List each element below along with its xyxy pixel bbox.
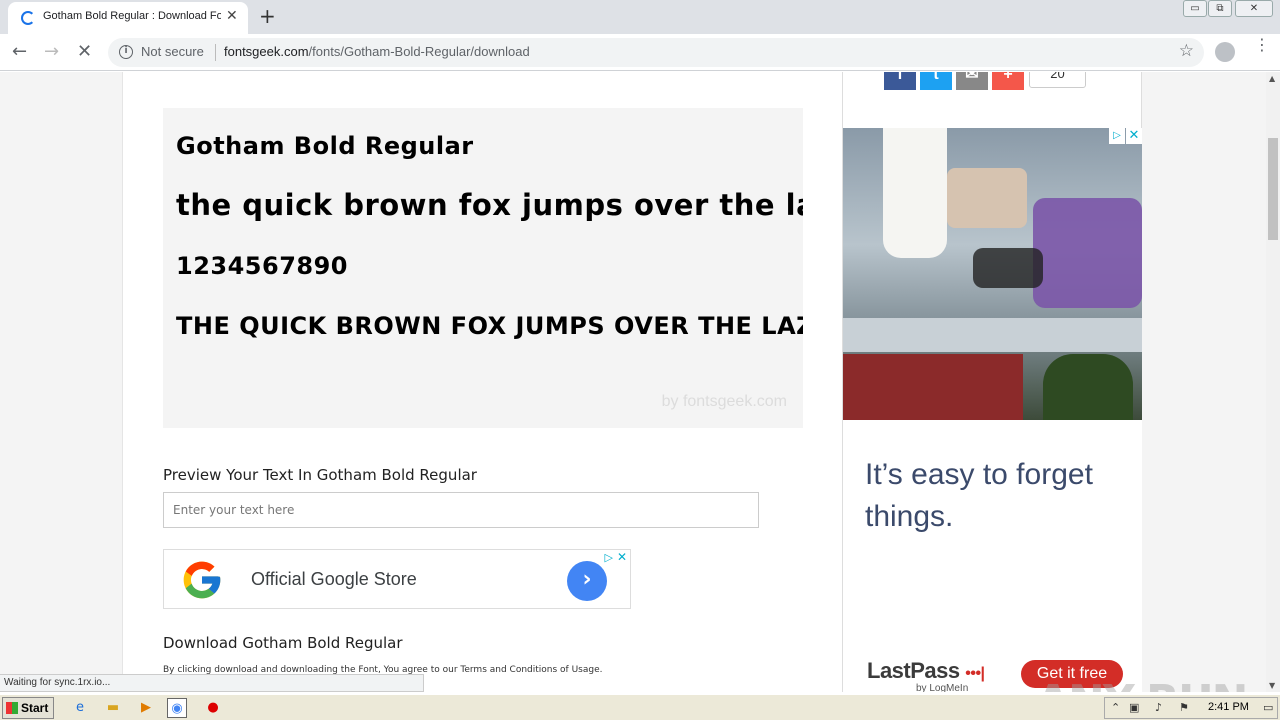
browser-menu-icon[interactable]: ⋮ <box>1254 37 1270 53</box>
lastpass-ad[interactable]: ▷ ✕ It’s easy to forget things. LastPass… <box>843 128 1142 692</box>
windows-taskbar: Start e ▬ ▶ ◉ ● ⌃ ▣ ♪ ⚑ ▭ 2:41 PM <box>0 694 1280 720</box>
google-ad-arrow-button[interactable]: › <box>567 561 607 601</box>
tab-close-icon[interactable]: ✕ <box>226 8 238 24</box>
preview-numbers-sample: 1234567890 <box>176 252 348 280</box>
profile-avatar-icon[interactable] <box>1215 42 1235 62</box>
taskbar-clock: 2:41 PM <box>1208 701 1249 713</box>
google-store-ad[interactable]: Official Google Store › ▷ ✕ <box>163 549 631 609</box>
forward-icon[interactable]: → <box>44 41 59 62</box>
preview-lowercase-sample: the quick brown fox jumps over the lazy … <box>176 188 803 222</box>
tray-expand-icon[interactable]: ⌃ <box>1111 701 1120 714</box>
preview-text-label: Preview Your Text In Gotham Bold Regular <box>163 466 477 484</box>
status-bubble: Waiting for sync.1rx.io... <box>0 674 424 692</box>
bookmark-star-icon[interactable]: ☆ <box>1179 41 1194 61</box>
preview-uppercase-sample: THE QUICK BROWN FOX JUMPS OVER THE LAZY … <box>176 312 803 340</box>
ad-close-icon[interactable]: ✕ <box>1126 128 1142 144</box>
security-label: Not secure <box>141 44 204 59</box>
network-icon[interactable]: ▣ <box>1129 701 1139 714</box>
sidebar: f t ✉ + 20 ▷ ✕ It’s easy to forget thing… <box>842 72 1142 692</box>
anyrun-watermark: ANY RUN <box>1036 676 1248 692</box>
loading-spinner-icon <box>21 11 35 25</box>
photo-keys <box>973 248 1043 288</box>
ad-close-icon[interactable]: ✕ <box>617 550 627 564</box>
url-domain: fontsgeek.com <box>224 44 309 59</box>
omnibox-divider <box>215 44 216 61</box>
more-share-icon[interactable]: + <box>992 72 1024 90</box>
back-icon[interactable]: ← <box>12 41 27 62</box>
preview-text-input[interactable] <box>163 492 759 528</box>
photo-shelf <box>843 318 1142 352</box>
new-tab-icon[interactable]: + <box>259 4 276 28</box>
photo-eggs <box>947 168 1027 228</box>
adchoices-icon[interactable]: ▷ <box>1109 128 1125 144</box>
download-heading: Download Gotham Bold Regular <box>163 634 403 652</box>
lastpass-logo: LastPass •••| <box>867 658 985 684</box>
url-path: /fonts/Gotham-Bold-Regular/download <box>308 44 530 59</box>
alert-app-icon[interactable]: ● <box>203 698 223 718</box>
start-button[interactable]: Start <box>2 697 54 719</box>
facebook-share-icon[interactable]: f <box>884 72 916 90</box>
tab-title: Gotham Bold Regular : Download For <box>43 10 221 22</box>
browser-toolbar: ← → ✕ i Not secure fontsgeek.com/fonts/G… <box>0 34 1280 71</box>
address-bar[interactable]: i Not secure fontsgeek.com/fonts/Gotham-… <box>108 38 1204 67</box>
share-count: 20 <box>1029 72 1086 88</box>
page-scrollbar[interactable]: ▲ ▼ <box>1266 72 1280 692</box>
preview-font-name: Gotham Bold Regular <box>176 132 474 160</box>
main-content: Gotham Bold Regular the quick brown fox … <box>122 72 842 692</box>
media-player-icon[interactable]: ▶ <box>136 698 156 718</box>
browser-tab[interactable]: Gotham Bold Regular : Download For ✕ <box>8 2 248 34</box>
flag-icon[interactable]: ⚑ <box>1179 701 1189 714</box>
font-preview-box: Gotham Bold Regular the quick brown fox … <box>163 108 803 428</box>
page-viewport: Gotham Bold Regular the quick brown fox … <box>0 72 1266 692</box>
stop-loading-icon[interactable]: ✕ <box>77 41 92 62</box>
system-tray: ⌃ ▣ ♪ ⚑ ▭ <box>1104 697 1278 719</box>
show-desktop-icon[interactable]: ▭ <box>1263 701 1273 714</box>
scrollbar-thumb[interactable] <box>1268 138 1278 240</box>
restore-icon[interactable]: ⧉ <box>1208 0 1232 17</box>
folder-icon[interactable]: ▬ <box>103 698 123 718</box>
lastpass-logo-dots: •••| <box>965 665 985 682</box>
chrome-icon[interactable]: ◉ <box>167 698 187 718</box>
volume-icon[interactable]: ♪ <box>1155 701 1162 714</box>
lastpass-byline: by LogMeIn <box>916 683 969 692</box>
google-ad-text[interactable]: Official Google Store <box>251 569 417 590</box>
scroll-up-icon[interactable]: ▲ <box>1269 74 1275 83</box>
tab-strip: Gotham Bold Regular : Download For ✕ + ▭… <box>0 0 1280 34</box>
email-share-icon[interactable]: ✉ <box>956 72 988 90</box>
url-text[interactable]: fontsgeek.com/fonts/Gotham-Bold-Regular/… <box>224 44 530 59</box>
minimize-icon[interactable]: ▭ <box>1183 0 1207 17</box>
photo-cucumber <box>1043 354 1133 420</box>
scroll-down-icon[interactable]: ▼ <box>1269 681 1275 690</box>
preview-credit: by fontsgeek.com <box>661 393 787 410</box>
photo-bottle <box>883 128 947 258</box>
photo-container <box>1033 198 1142 308</box>
ad-photo-fridge[interactable] <box>843 128 1142 420</box>
photo-berries <box>843 354 1023 420</box>
adchoices-icon[interactable]: ▷ <box>605 551 613 564</box>
info-icon[interactable]: i <box>119 45 133 59</box>
start-label: Start <box>21 701 49 715</box>
windows-flag-icon <box>6 702 18 714</box>
internet-explorer-icon[interactable]: e <box>70 698 90 718</box>
lastpass-logo-text: LastPass <box>867 658 960 683</box>
google-logo-icon <box>183 561 221 599</box>
ad-headline[interactable]: It’s easy to forget things. <box>865 454 1125 538</box>
twitter-share-icon[interactable]: t <box>920 72 952 90</box>
window-close-icon[interactable]: ✕ <box>1235 0 1273 17</box>
